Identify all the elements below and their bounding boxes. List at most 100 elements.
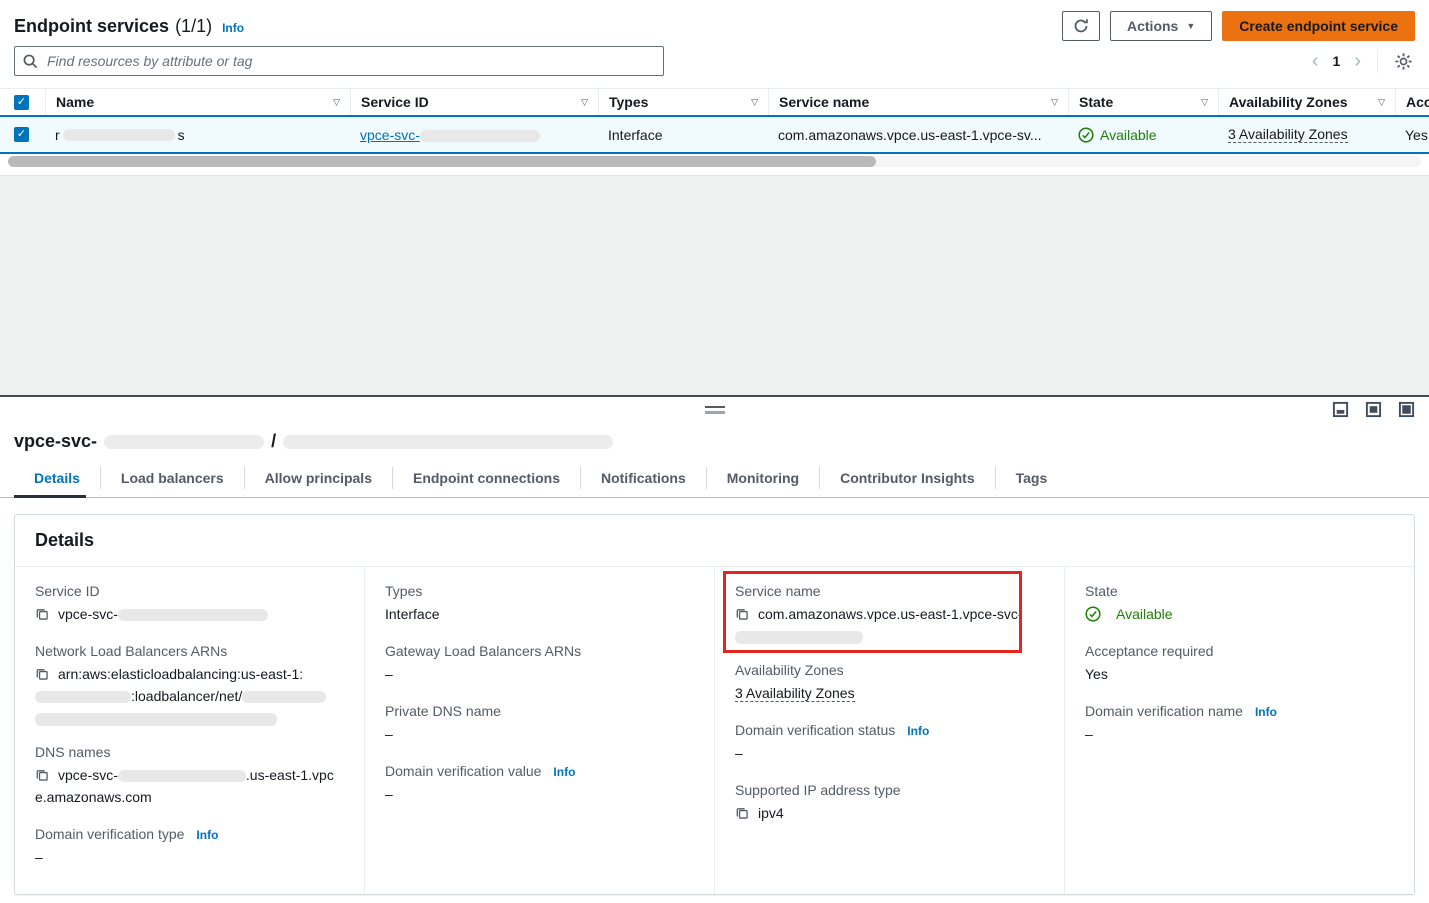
- field-value: ipv4: [758, 805, 784, 821]
- field-state: State Available: [1085, 583, 1394, 625]
- filter-icon[interactable]: [581, 97, 588, 108]
- spacer: [0, 167, 1429, 175]
- info-link[interactable]: Info: [553, 765, 575, 779]
- list-toolbar: 1: [14, 46, 1415, 76]
- table-header-row: Name Service ID Types Service name State…: [0, 88, 1429, 115]
- field-label: Network Load Balancers ARNs: [35, 643, 227, 659]
- field-label: State: [1085, 583, 1118, 599]
- scrollbar-thumb[interactable]: [8, 156, 876, 167]
- column-header-name[interactable]: Name: [45, 89, 350, 115]
- field-label: Types: [385, 583, 422, 599]
- details-card: Details Service ID vpce-svc- Network Loa…: [14, 514, 1415, 895]
- panel-size-full-button[interactable]: [1398, 401, 1415, 418]
- prev-page-button[interactable]: [1310, 51, 1321, 71]
- tab-notifications[interactable]: Notifications: [581, 462, 706, 497]
- field-dns-names: DNS names vpce-svc-.us-east-1.vpce.amazo…: [35, 744, 344, 808]
- state-text: Available: [1100, 127, 1157, 143]
- check-circle-icon: [1085, 606, 1101, 622]
- tab-contributor-insights[interactable]: Contributor Insights: [820, 462, 995, 497]
- field-label: Availability Zones: [735, 662, 844, 678]
- field-domain-verification-type: Domain verification type Info –: [35, 826, 344, 868]
- column-header-service-id[interactable]: Service ID: [350, 89, 598, 115]
- field-label: DNS names: [35, 744, 110, 760]
- search-input[interactable]: [45, 52, 655, 70]
- tab-load-balancers[interactable]: Load balancers: [101, 462, 244, 497]
- current-page-button[interactable]: 1: [1331, 53, 1343, 69]
- page-title: Endpoint services (1/1) Info: [14, 16, 244, 37]
- create-endpoint-service-button[interactable]: Create endpoint service: [1222, 11, 1415, 41]
- field-label: Private DNS name: [385, 703, 501, 719]
- column-header-service-name[interactable]: Service name: [768, 89, 1068, 115]
- column-header-types[interactable]: Types: [598, 89, 768, 115]
- table-row[interactable]: r s vpce-svc- Interface com.amazonaws.vp…: [0, 115, 1429, 154]
- column-label: Availability Zones: [1229, 94, 1348, 110]
- filter-icon[interactable]: [751, 97, 758, 108]
- column-label: Service ID: [361, 94, 429, 110]
- preferences-button[interactable]: [1392, 50, 1415, 73]
- actions-button[interactable]: Actions: [1110, 11, 1212, 41]
- field-label: Domain verification value: [385, 763, 541, 779]
- redacted-text: [118, 609, 268, 621]
- info-link[interactable]: Info: [907, 724, 929, 738]
- field-private-dns-name: Private DNS name –: [385, 703, 694, 745]
- field-label: Gateway Load Balancers ARNs: [385, 643, 581, 659]
- panel-resize-handle[interactable]: [705, 406, 725, 414]
- refresh-button[interactable]: [1062, 11, 1100, 41]
- redacted-text: [735, 631, 863, 644]
- availability-zones-link[interactable]: 3 Availability Zones: [735, 685, 855, 702]
- field-value: –: [385, 786, 393, 802]
- tab-details[interactable]: Details: [14, 462, 100, 497]
- details-heading: Details: [35, 530, 1394, 551]
- select-all-checkbox[interactable]: [14, 95, 29, 110]
- horizontal-scrollbar[interactable]: [8, 156, 1421, 167]
- field-domain-verification-value: Domain verification value Info –: [385, 763, 694, 805]
- filter-icon[interactable]: [1051, 97, 1058, 108]
- row-types: Interface: [608, 127, 662, 143]
- tab-monitoring[interactable]: Monitoring: [707, 462, 819, 497]
- availability-zones-link[interactable]: 3 Availability Zones: [1228, 126, 1348, 143]
- row-availability-zones-cell: 3 Availability Zones: [1218, 117, 1395, 152]
- detail-panel: vpce-svc- / Details Load balancers Allow…: [0, 395, 1429, 903]
- tab-endpoint-connections[interactable]: Endpoint connections: [393, 462, 580, 497]
- endpoint-services-table: Name Service ID Types Service name State…: [0, 88, 1429, 175]
- info-link[interactable]: Info: [1255, 705, 1277, 719]
- redacted-text: [63, 129, 175, 141]
- panel-size-medium-button[interactable]: [1365, 401, 1382, 418]
- field-label: Service ID: [35, 583, 100, 599]
- column-header-acceptance-required[interactable]: Acceptance required: [1395, 89, 1429, 115]
- panel-medium-icon: [1365, 401, 1382, 418]
- filter-icon[interactable]: [333, 97, 340, 108]
- redacted-text: [104, 435, 264, 449]
- column-header-state[interactable]: State: [1068, 89, 1218, 115]
- filter-icon[interactable]: [1378, 97, 1385, 108]
- copy-icon[interactable]: [35, 768, 49, 782]
- field-label: Acceptance required: [1085, 643, 1213, 659]
- dns-name-prefix: vpce-svc-: [58, 767, 118, 783]
- column-header-availability-zones[interactable]: Availability Zones: [1218, 89, 1395, 115]
- copy-icon[interactable]: [35, 667, 49, 681]
- filter-icon[interactable]: [1201, 97, 1208, 108]
- copy-icon[interactable]: [735, 607, 749, 621]
- info-link[interactable]: Info: [196, 828, 218, 842]
- redacted-text: [35, 713, 277, 726]
- panel-size-small-button[interactable]: [1332, 401, 1349, 418]
- field-domain-verification-name: Domain verification name Info –: [1085, 703, 1394, 745]
- service-id-link[interactable]: vpce-svc-: [360, 127, 540, 143]
- column-label: Service name: [779, 94, 869, 110]
- field-service-id: Service ID vpce-svc-: [35, 583, 344, 625]
- info-link[interactable]: Info: [222, 21, 244, 35]
- field-service-name: Service name com.amazonaws.vpce.us-east-…: [735, 583, 1044, 644]
- tab-tags[interactable]: Tags: [996, 462, 1068, 497]
- state-badge: Available: [1085, 603, 1394, 625]
- column-label: Name: [56, 94, 94, 110]
- row-checkbox[interactable]: [14, 127, 29, 142]
- search-box[interactable]: [14, 46, 664, 76]
- copy-icon[interactable]: [35, 607, 49, 621]
- field-label: Supported IP address type: [735, 782, 901, 798]
- field-value: Yes: [1085, 666, 1108, 682]
- next-page-button[interactable]: [1352, 51, 1363, 71]
- tab-allow-principals[interactable]: Allow principals: [245, 462, 392, 497]
- copy-icon[interactable]: [735, 806, 749, 820]
- row-acceptance-required: Yes: [1405, 127, 1428, 143]
- service-id-value: vpce-svc-: [58, 606, 118, 622]
